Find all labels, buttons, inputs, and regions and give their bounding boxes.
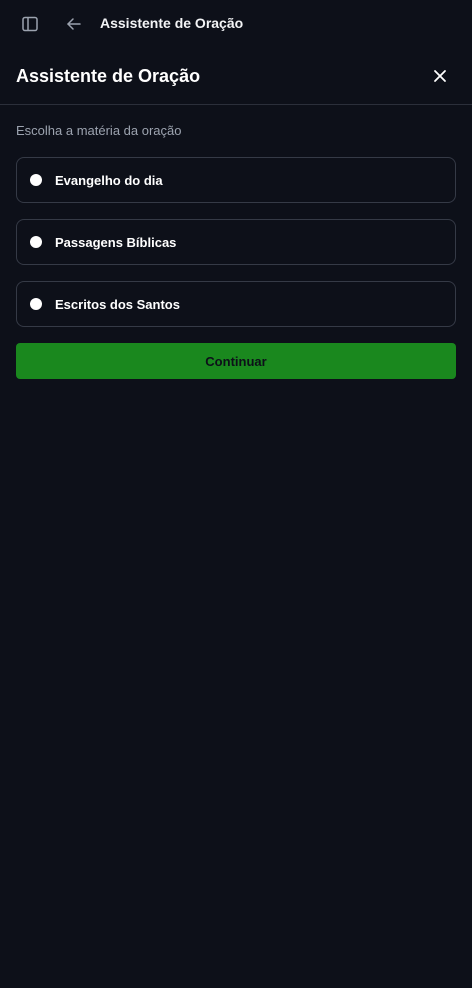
prayer-subject-options: Evangelho do dia Passagens Bíblicas Escr…	[16, 157, 456, 343]
top-bar-title: Assistente de Oração	[100, 15, 244, 31]
close-icon	[434, 70, 446, 82]
sidebar-panel-icon	[22, 16, 38, 32]
close-button[interactable]	[426, 62, 454, 90]
back-button[interactable]	[60, 10, 88, 38]
option-passagens-biblicas[interactable]: Passagens Bíblicas	[16, 219, 456, 265]
continue-button[interactable]: Continuar	[16, 343, 456, 379]
radio-button[interactable]	[30, 236, 42, 248]
prayer-subject-prompt: Escolha a matéria da oração	[16, 123, 182, 138]
option-label: Passagens Bíblicas	[55, 234, 177, 250]
arrow-left-icon	[67, 18, 81, 30]
option-evangelho-do-dia[interactable]: Evangelho do dia	[16, 157, 456, 203]
top-bar: Assistente de Oração	[0, 0, 472, 48]
option-label: Escritos dos Santos	[55, 296, 180, 312]
radio-button[interactable]	[30, 174, 42, 186]
option-label: Evangelho do dia	[55, 172, 163, 188]
panel-header: Assistente de Oração	[0, 48, 472, 105]
sidebar-toggle-button[interactable]	[16, 10, 44, 38]
option-escritos-dos-santos[interactable]: Escritos dos Santos	[16, 281, 456, 327]
panel-title: Assistente de Oração	[16, 66, 201, 86]
radio-button[interactable]	[30, 298, 42, 310]
